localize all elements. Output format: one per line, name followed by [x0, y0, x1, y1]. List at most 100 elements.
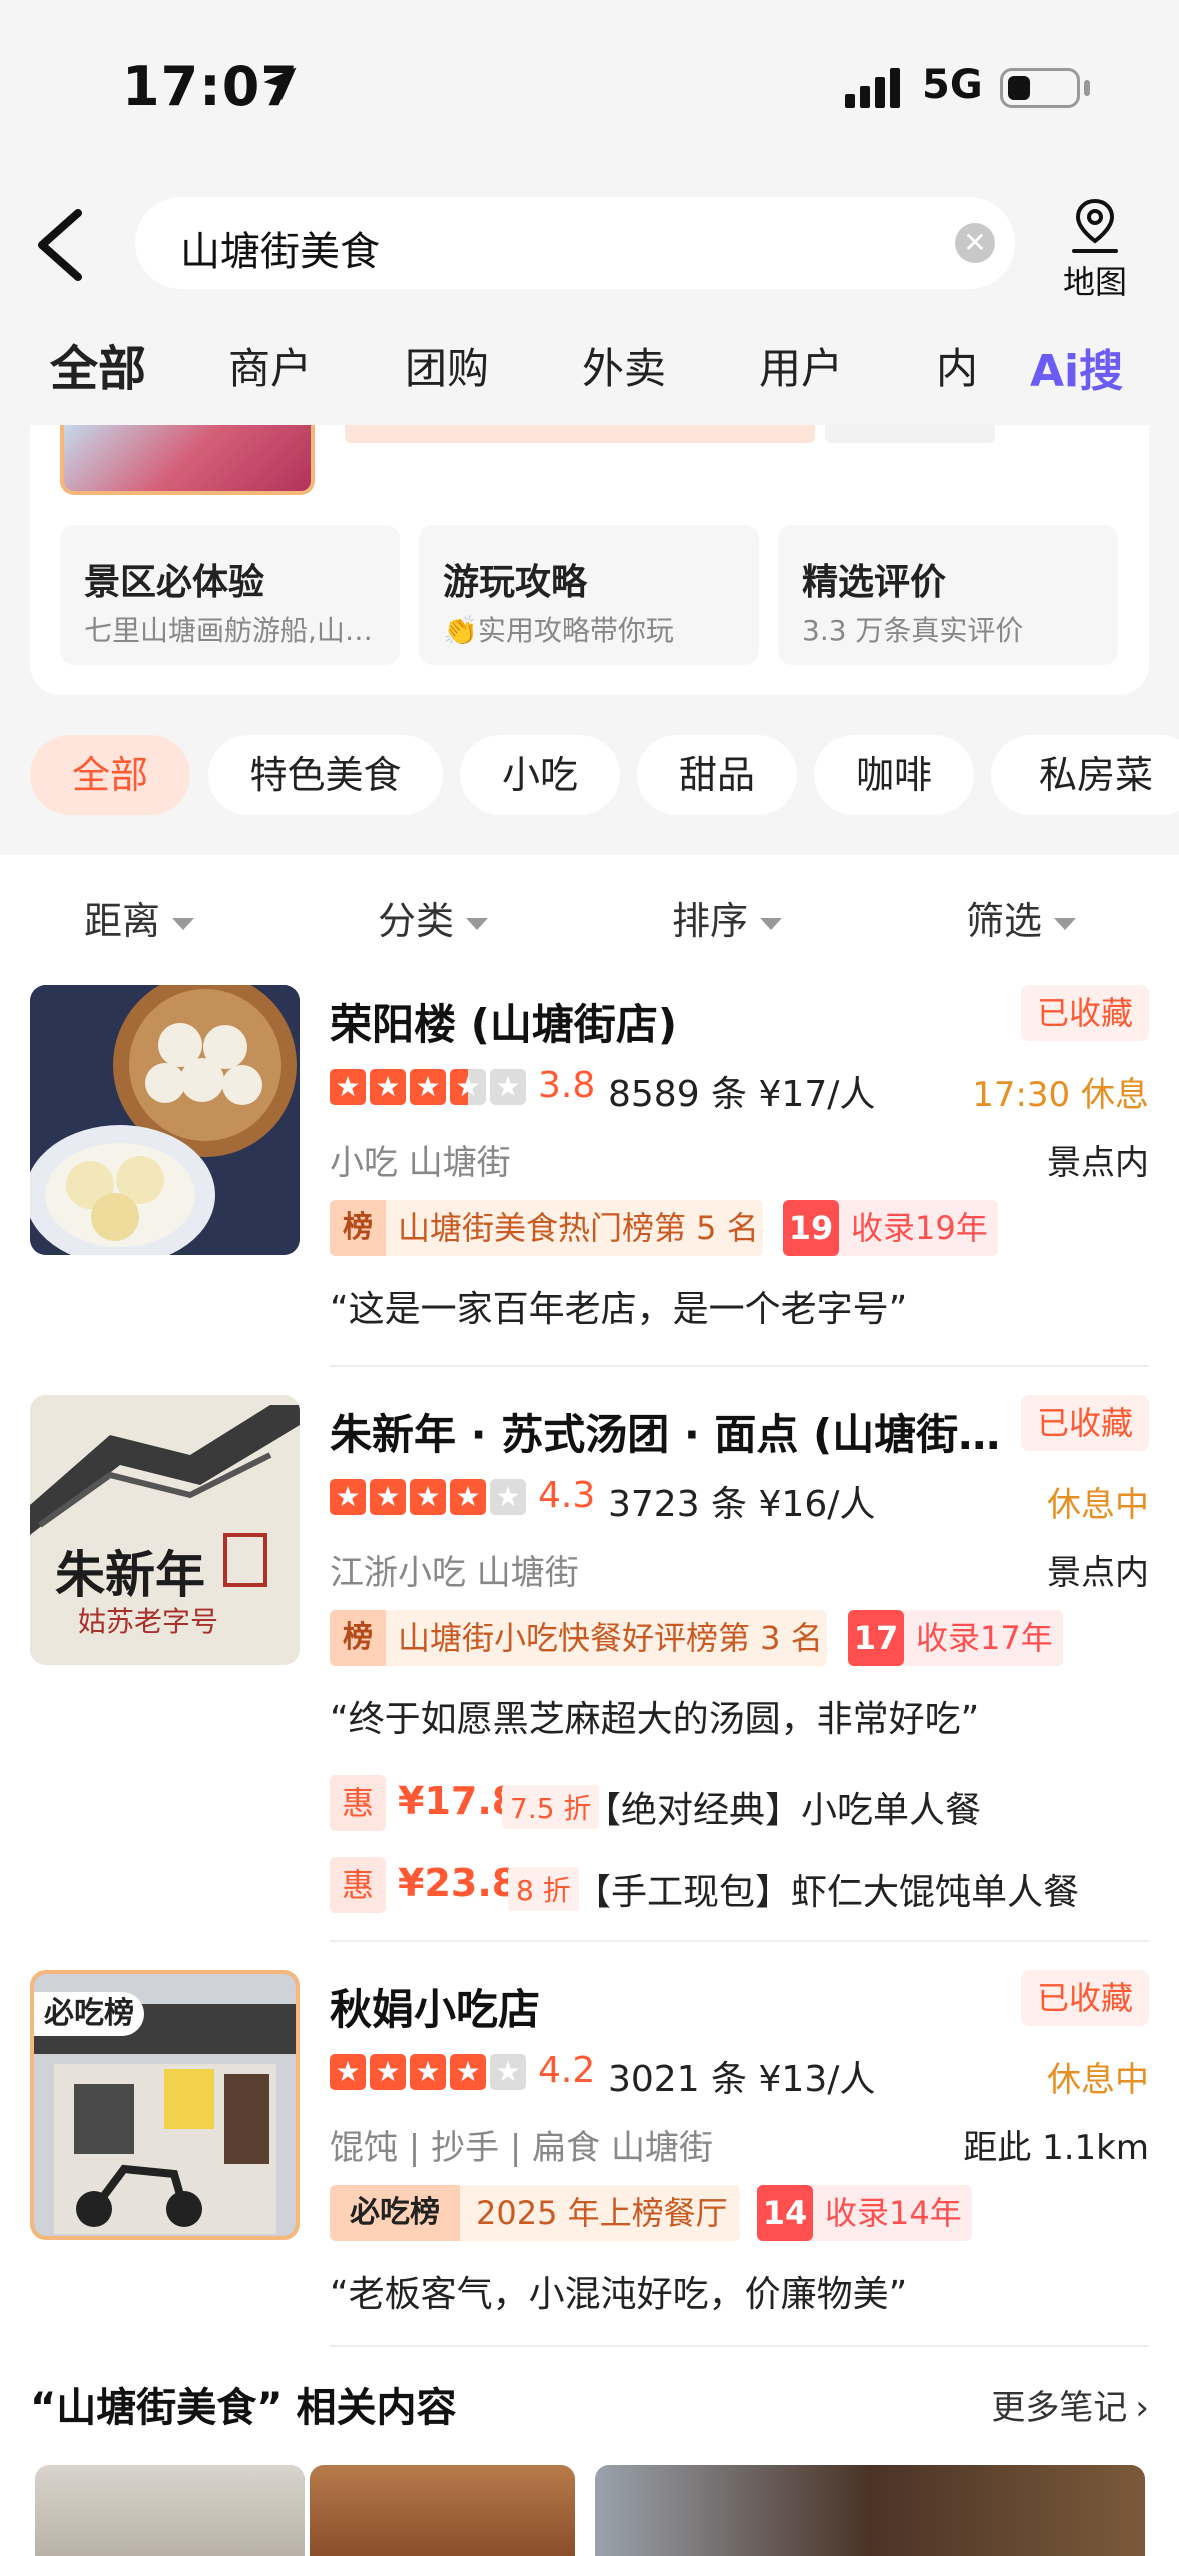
tab-groupbuy[interactable]: 团购 — [405, 335, 489, 396]
signal-icon — [845, 68, 900, 108]
rank-badge: 榜 — [330, 1200, 386, 1256]
star-rating: ★ ★ ★ ★ ★ — [330, 1069, 530, 1105]
search-query: 山塘街美食 — [180, 229, 380, 275]
mini-card-guide[interactable]: 游玩攻略 👏实用攻略带你玩 — [419, 525, 759, 665]
category-chips: 全部 特色美食 小吃 甜品 咖啡 私房菜 — [0, 735, 1179, 825]
map-label: 地图 — [1062, 263, 1127, 301]
deal-description: 【绝对经典】小吃单人餐 — [585, 1790, 982, 1831]
deal-price: ¥23.8 — [398, 1861, 519, 1905]
shop-name[interactable]: 朱新年 · 苏式汤团 · 面点 (山塘街… — [330, 1401, 1010, 1462]
tab-content[interactable]: 内 — [936, 335, 978, 396]
rank-badge: 必吃榜 — [330, 2185, 460, 2241]
rating-score: 4.3 — [538, 1475, 596, 1516]
review-quote: “终于如愿黑芝麻超大的汤圆，非常好吃” — [330, 1699, 980, 1740]
tab-merchants[interactable]: 商户 — [228, 335, 312, 396]
filter-sort[interactable]: 排序 — [672, 890, 783, 945]
chip-snacks[interactable]: 小吃 — [460, 735, 620, 815]
star-rating: ★ ★ ★ ★ ★ — [330, 2054, 530, 2090]
open-status: 17:30 休息 — [972, 1075, 1149, 1115]
deal-tag: 惠 — [330, 1775, 386, 1831]
shop-category: 江浙小吃 山塘街 — [330, 1553, 579, 1593]
chevron-down-icon — [466, 917, 489, 930]
shop-distance: 景点内 — [1047, 1553, 1149, 1593]
chevron-down-icon — [172, 917, 195, 930]
chevron-right-icon: › — [1135, 2388, 1149, 2428]
status-bar: 17:07 5G — [0, 0, 1179, 175]
must-eat-badge: 必吃榜 — [34, 1992, 144, 2036]
related-content-title: “山塘街美食” 相关内容 — [30, 2385, 457, 2431]
rating-score: 4.2 — [538, 2050, 596, 2091]
chevron-down-icon — [1054, 917, 1077, 930]
rank-badge: 榜 — [330, 1610, 386, 1666]
mini-card-experience[interactable]: 景区必体验 七里山塘画舫游船,山… — [60, 525, 400, 665]
top-tabs: 全部 商户 团购 外卖 用户 内 Ai搜 — [0, 325, 1179, 405]
deal-tag: 惠 — [330, 1857, 386, 1913]
years-tag: 14 收录14年 — [757, 2185, 972, 2241]
shop-card[interactable]: 必吃榜 秋娟小吃店 已收藏 ★ ★ ★ ★ ★ 4.2 3021 条 ¥13/人 休息中… — [0, 1970, 1179, 2350]
shop-photo[interactable] — [30, 985, 300, 1255]
location-arrow-icon — [263, 67, 297, 101]
chip-private-kitchen[interactable]: 私房菜 — [991, 735, 1179, 815]
deal-item[interactable]: 惠 ¥23.8 8 折 【手工现包】虾仁大馄饨单人餐 — [330, 1857, 1130, 1913]
shop-distance: 景点内 — [1047, 1143, 1149, 1183]
back-arrow-icon[interactable] — [30, 205, 90, 285]
deal-price: ¥17.8 — [398, 1779, 519, 1823]
open-status: 休息中 — [1047, 2060, 1149, 2100]
shop-category: 小吃 山塘街 — [330, 1143, 511, 1183]
scenic-card: 景区必体验 七里山塘画舫游船,山… 游玩攻略 👏实用攻略带你玩 精选评价 3.3… — [30, 425, 1149, 695]
scenic-thumbnail[interactable] — [60, 425, 315, 495]
shop-category: 馄饨 | 抄手 | 扁食 山塘街 — [330, 2128, 713, 2168]
favorited-badge[interactable]: 已收藏 — [1020, 1970, 1149, 2026]
map-button[interactable]: 地图 — [1050, 197, 1140, 301]
deal-item[interactable]: 惠 ¥17.8 7.5 折 【绝对经典】小吃单人餐 — [330, 1775, 1130, 1831]
ai-search-button[interactable]: Ai搜 — [1030, 335, 1123, 399]
favorited-badge[interactable]: 已收藏 — [1020, 985, 1149, 1041]
chip-coffee[interactable]: 咖啡 — [814, 735, 974, 815]
filter-distance[interactable]: 距离 — [84, 890, 195, 945]
shop-logo-text: 朱新年 — [55, 1545, 205, 1604]
review-quote: “这是一家百年老店，是一个老字号” — [330, 1289, 908, 1330]
shop-name[interactable]: 秋娟小吃店 — [330, 1976, 1010, 2037]
tab-users[interactable]: 用户 — [759, 335, 843, 396]
shop-card[interactable]: 朱新年 姑苏老字号 朱新年 · 苏式汤团 · 面点 (山塘街… 已收藏 ★ ★ ★ ★… — [0, 1395, 1179, 1942]
chip-all[interactable]: 全部 — [30, 735, 190, 815]
review-count-price: 3723 条 ¥16/人 — [608, 1484, 876, 1525]
deal-discount: 8 折 — [508, 1867, 579, 1911]
related-note-image[interactable] — [595, 2465, 1145, 2556]
chevron-down-icon — [760, 917, 783, 930]
shop-photo[interactable]: 朱新年 姑苏老字号 — [30, 1395, 300, 1665]
more-notes-link[interactable]: 更多笔记 › — [991, 2380, 1149, 2429]
clear-icon[interactable]: ✕ — [955, 223, 995, 263]
map-pin-icon — [1072, 198, 1118, 253]
rank-tag[interactable]: 必吃榜 2025 年上榜餐厅 — [330, 2185, 740, 2241]
battery-icon — [1000, 68, 1080, 108]
tab-delivery[interactable]: 外卖 — [582, 335, 666, 396]
network-type: 5G — [922, 62, 983, 108]
chip-desserts[interactable]: 甜品 — [637, 735, 797, 815]
open-status: 休息中 — [1047, 1485, 1149, 1525]
related-note-image[interactable] — [310, 2465, 575, 2556]
search-header: 山塘街美食 ✕ 地图 全部 商户 团购 外卖 用户 内 Ai搜 — [0, 175, 1179, 425]
rank-tag[interactable]: 榜 山塘街小吃快餐好评榜第 3 名 — [330, 1610, 827, 1666]
tab-all[interactable]: 全部 — [50, 329, 147, 403]
review-count-price: 8589 条 ¥17/人 — [608, 1074, 876, 1115]
star-rating: ★ ★ ★ ★ ★ — [330, 1479, 530, 1515]
favorited-badge[interactable]: 已收藏 — [1020, 1395, 1149, 1451]
years-tag: 17 收录17年 — [848, 1610, 1063, 1666]
rank-tag[interactable]: 榜 山塘街美食热门榜第 5 名 — [330, 1200, 763, 1256]
chip-specialty[interactable]: 特色美食 — [208, 735, 443, 815]
shop-logo-subtext: 姑苏老字号 — [78, 1605, 219, 1638]
mini-card-reviews[interactable]: 精选评价 3.3 万条真实评价 — [778, 525, 1118, 665]
shop-photo[interactable]: 必吃榜 — [30, 1970, 300, 2240]
related-note-image[interactable] — [35, 2465, 305, 2556]
search-input[interactable]: 山塘街美食 ✕ — [135, 197, 1015, 289]
filter-category[interactable]: 分类 — [378, 890, 489, 945]
filter-filter[interactable]: 筛选 — [966, 890, 1077, 945]
shop-name[interactable]: 荣阳楼 (山塘街店) — [330, 991, 1010, 1052]
review-quote: “老板客气，小混沌好吃，价廉物美” — [330, 2274, 908, 2315]
shop-card[interactable]: 荣阳楼 (山塘街店) 已收藏 ★ ★ ★ ★ ★ 3.8 8589 条 ¥17/人 17… — [0, 985, 1179, 1367]
years-tag: 19 收录19年 — [783, 1200, 998, 1256]
deal-description: 【手工现包】虾仁大馄饨单人餐 — [575, 1872, 1080, 1913]
review-count-price: 3021 条 ¥13/人 — [608, 2059, 876, 2100]
shop-distance: 距此 1.1km — [963, 2128, 1149, 2168]
